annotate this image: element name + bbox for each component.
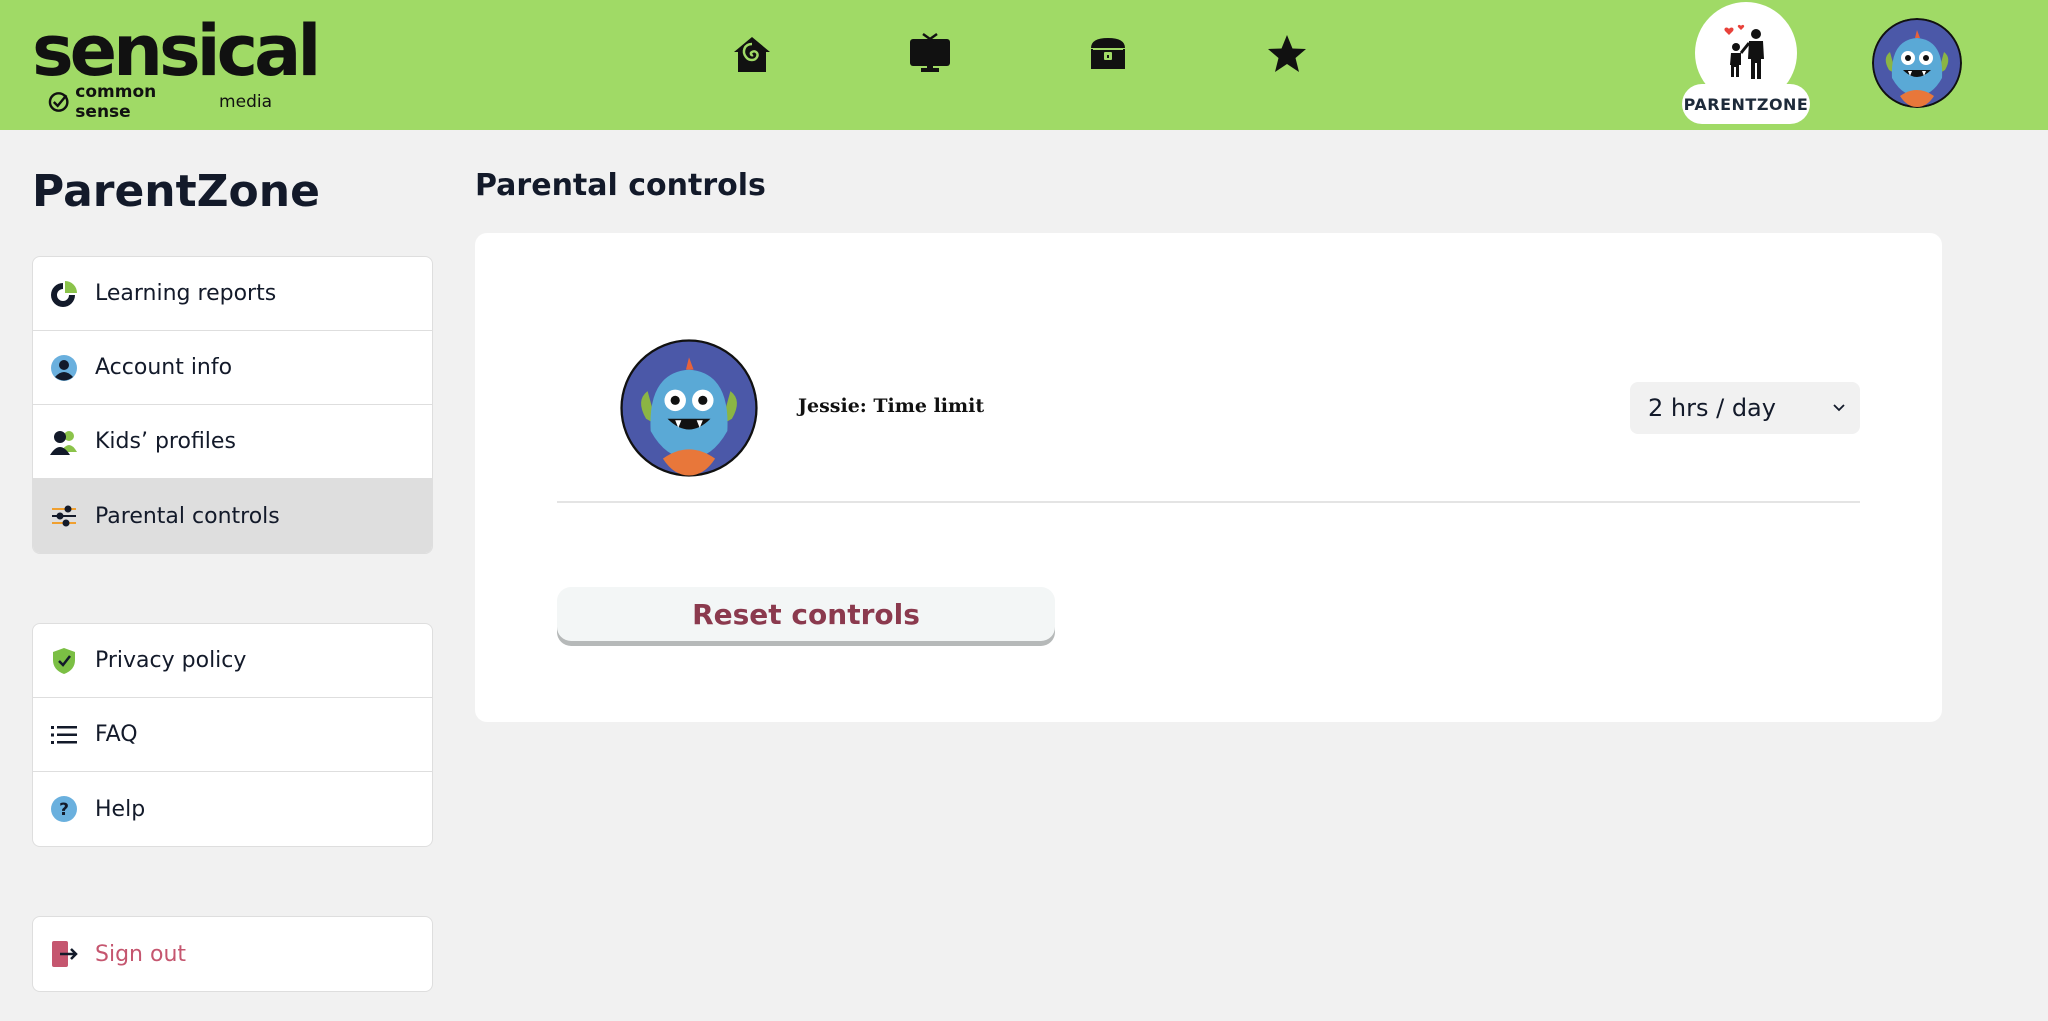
svg-text:?: ? <box>59 800 69 820</box>
star-icon[interactable] <box>1263 30 1311 78</box>
sign-out-icon <box>49 939 79 969</box>
question-circle-icon: ? <box>49 794 79 824</box>
sensical-logo[interactable]: sensical common sense media <box>32 16 321 122</box>
sidebar-item-learning-reports[interactable]: Learning reports <box>33 257 432 331</box>
sidebar-item-label: FAQ <box>95 722 138 747</box>
shield-check-icon <box>49 646 79 676</box>
chevron-down-icon <box>1833 404 1845 412</box>
tv-icon[interactable] <box>906 30 954 78</box>
people-icon <box>49 427 79 457</box>
sidebar-menu: Learning reports Account info Kids’ prof… <box>32 256 433 554</box>
list-icon <box>49 720 79 750</box>
kid-avatar <box>620 339 758 477</box>
logo-sub-media: media <box>219 92 272 112</box>
user-circle-icon <box>49 353 79 383</box>
sidebar-info-menu: Privacy policy FAQ ? Help <box>32 623 433 847</box>
parental-controls-card: Jessie: Time limit 2 hrs / day Reset con… <box>475 233 1942 722</box>
sidebar-item-label: Account info <box>95 355 233 380</box>
pie-chart-icon <box>49 279 79 309</box>
home-icon[interactable] <box>728 30 776 78</box>
sidebar-item-label: Parental controls <box>95 503 280 529</box>
time-limit-value: 2 hrs / day <box>1648 394 1776 422</box>
sidebar-item-label: Privacy policy <box>95 648 247 673</box>
check-circle-icon <box>48 92 69 112</box>
page-title: Parental controls <box>475 168 766 203</box>
sliders-icon <box>49 501 79 531</box>
sidebar-title: ParentZone <box>32 166 320 217</box>
sidebar-item-faq[interactable]: FAQ <box>33 698 432 772</box>
divider <box>557 501 1860 503</box>
sidebar-item-kids-profiles[interactable]: Kids’ profiles <box>33 405 432 479</box>
time-limit-label: Jessie: Time limit <box>798 395 985 417</box>
sidebar-item-help[interactable]: ? Help <box>33 772 432 846</box>
reset-controls-button[interactable]: Reset controls <box>557 587 1055 641</box>
sidebar-item-label: Help <box>95 796 146 822</box>
logo-sub-brand: common sense <box>75 82 157 122</box>
sidebar-item-parental-controls[interactable]: Parental controls <box>33 479 432 553</box>
top-bar: sensical common sense media PARENTZONE <box>0 0 2048 130</box>
sidebar-item-label: Learning reports <box>95 281 277 306</box>
sign-out-label: Sign out <box>95 941 187 967</box>
profile-avatar[interactable] <box>1872 18 1962 108</box>
signout-group: Sign out <box>32 916 433 992</box>
parentzone-label: PARENTZONE <box>1682 84 1810 124</box>
treasure-chest-icon[interactable] <box>1084 30 1132 78</box>
sidebar-item-account-info[interactable]: Account info <box>33 331 432 405</box>
time-limit-select[interactable]: 2 hrs / day <box>1630 382 1860 434</box>
parentzone-button[interactable]: PARENTZONE <box>1682 2 1810 124</box>
sign-out-button[interactable]: Sign out <box>33 917 432 991</box>
sidebar-item-label: Kids’ profiles <box>95 429 236 454</box>
logo-tagline: common sense media <box>48 82 272 122</box>
logo-wordmark: sensical <box>32 10 321 92</box>
sidebar-item-privacy-policy[interactable]: Privacy policy <box>33 624 432 698</box>
